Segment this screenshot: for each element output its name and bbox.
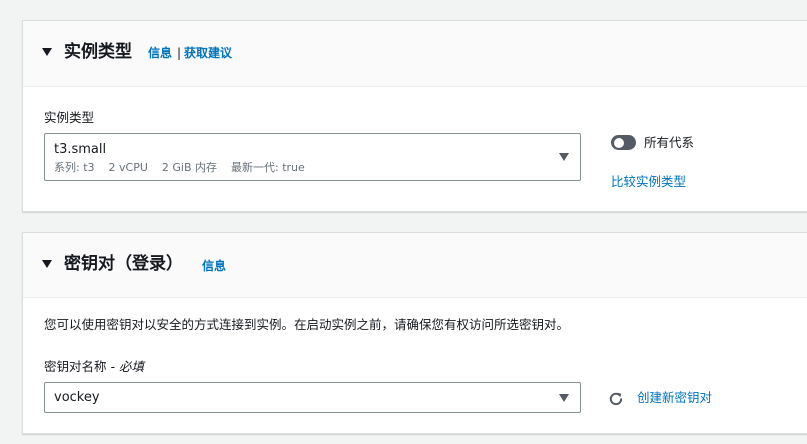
instance-latest-gen: 最新一代: true: [231, 161, 305, 174]
create-key-pair-link[interactable]: 创建新密钥对: [637, 390, 712, 406]
instance-type-panel: 实例类型 信息 | 获取建议 实例类型 t3.small 系列: t3 2 vCP…: [22, 20, 807, 212]
key-pair-value: vockey: [54, 390, 100, 405]
key-pair-description: 您可以使用密钥对以安全的方式连接到实例。在启动实例之前，请确保您有权访问所选密钥…: [44, 317, 570, 332]
instance-memory: 2 GiB 内存: [161, 161, 218, 174]
instance-type-header: 实例类型 信息 | 获取建议: [23, 21, 807, 87]
header-separator: |: [177, 46, 182, 60]
label-separator: -: [106, 359, 119, 374]
instance-type-field-label: 实例类型: [44, 110, 95, 125]
key-pair-field-label: 密钥对名称 - 必填: [44, 359, 144, 375]
key-pair-title: 密钥对（登录）: [64, 254, 183, 274]
instance-type-meta: 系列: t3 2 vCPU 2 GiB 内存 最新一代: true: [54, 161, 319, 175]
instance-type-title: 实例类型: [64, 42, 132, 62]
key-pair-name-label: 密钥对名称: [44, 359, 107, 374]
required-indicator: 必填: [118, 359, 144, 374]
instance-type-info-link[interactable]: 信息: [148, 45, 172, 61]
key-pair-panel: 密钥对（登录） 信息 您可以使用密钥对以安全的方式连接到实例。在启动实例之前，请…: [22, 232, 807, 434]
key-pair-select[interactable]: vockey: [44, 382, 581, 413]
chevron-down-icon: [559, 394, 569, 402]
compare-instance-types-link[interactable]: 比较实例类型: [611, 174, 686, 190]
key-pair-header: 密钥对（登录） 信息: [23, 233, 807, 298]
collapse-caret-icon[interactable]: [42, 260, 52, 268]
instance-type-select[interactable]: t3.small 系列: t3 2 vCPU 2 GiB 内存 最新一代: true: [44, 133, 581, 181]
instance-type-value: t3.small: [54, 142, 107, 157]
instance-family: 系列: t3: [54, 161, 95, 174]
refresh-icon[interactable]: [607, 390, 625, 408]
chevron-down-icon: [559, 153, 569, 161]
collapse-caret-icon[interactable]: [42, 48, 52, 56]
all-generations-label: 所有代系: [644, 135, 695, 150]
page-top-edge: [0, 0, 807, 4]
get-recommendation-link[interactable]: 获取建议: [184, 45, 232, 61]
all-generations-toggle[interactable]: [611, 135, 636, 150]
instance-vcpu: 2 vCPU: [108, 161, 148, 174]
key-pair-info-link[interactable]: 信息: [202, 258, 226, 274]
toggle-knob: [614, 137, 624, 148]
